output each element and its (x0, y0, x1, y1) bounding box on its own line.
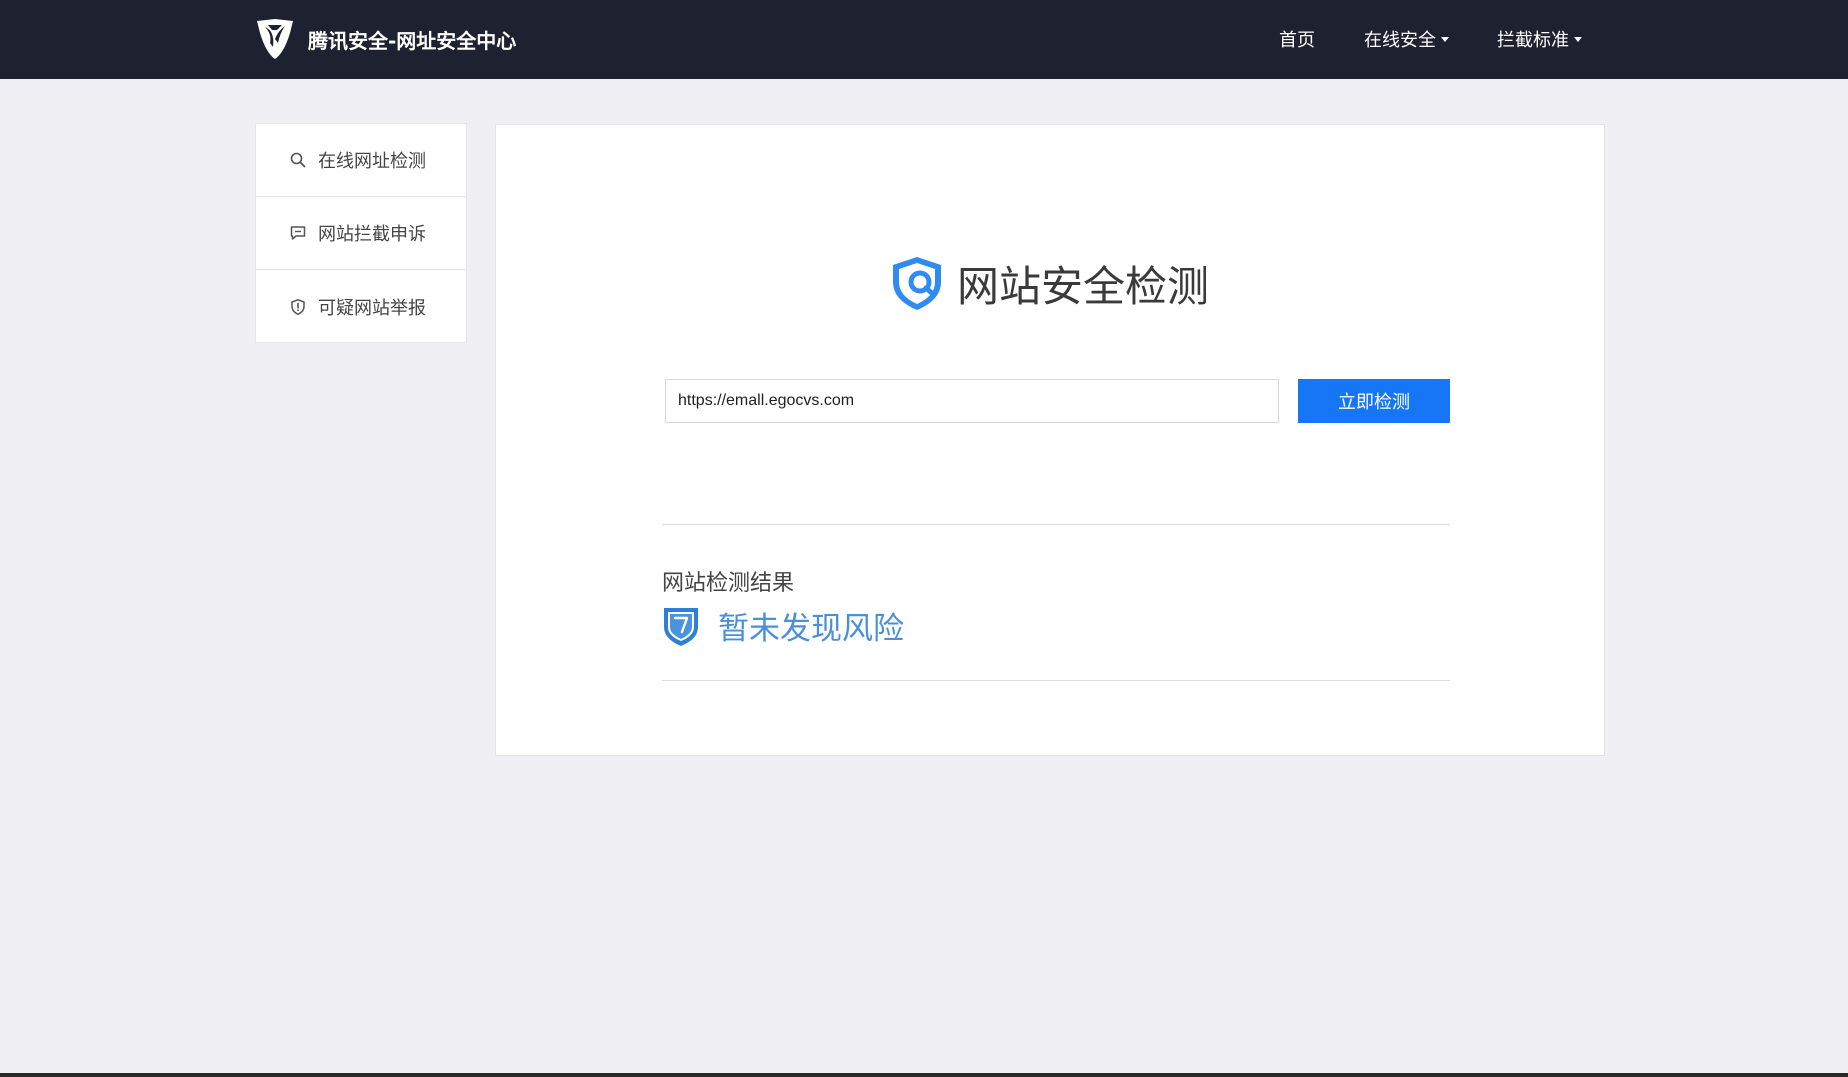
sidebar-item-url-check[interactable]: 在线网址检测 (256, 124, 466, 197)
sidebar-item-label: 可疑网站举报 (318, 297, 426, 319)
top-header: 腾讯安全-网址安全中心 首页 在线安全 拦截标准 (0, 0, 1848, 79)
window-bottom-edge (0, 1073, 1848, 1077)
search-icon (290, 152, 306, 168)
brand[interactable]: 腾讯安全-网址安全中心 (254, 17, 516, 61)
caret-down-icon (1574, 36, 1582, 42)
sidebar-menu: 在线网址检测 网站拦截申诉 可疑网站举报 (255, 123, 467, 343)
tencent-security-logo-icon (257, 19, 293, 59)
result-status-row: 暂未发现风险 (662, 603, 904, 648)
safe-shield-icon (664, 607, 698, 646)
check-now-button[interactable]: 立即检测 (1298, 379, 1450, 423)
sidebar-item-label: 网站拦截申诉 (318, 224, 426, 245)
sidebar-item-label: 在线网址检测 (318, 151, 426, 172)
page-title-text: 网站安全检测 (957, 261, 1210, 311)
main-panel: 网站安全检测 立即检测 网站检测结果 暂未发现风险 (495, 124, 1605, 756)
shield-search-icon (893, 257, 941, 310)
nav-home-label: 首页 (1279, 30, 1315, 51)
site-title: 腾讯安全-网址安全中心 (308, 28, 517, 53)
nav-home[interactable]: 首页 (1279, 26, 1315, 52)
sidebar-item-report[interactable]: 可疑网站举报 (256, 270, 466, 343)
shield-alert-icon (291, 298, 305, 315)
nav-online-security[interactable]: 在线安全 (1364, 26, 1449, 52)
sidebar-item-appeal[interactable]: 网站拦截申诉 (256, 197, 466, 270)
nav-block-standard[interactable]: 拦截标准 (1497, 26, 1582, 52)
message-icon (290, 226, 306, 240)
nav-block-standard-label: 拦截标准 (1497, 30, 1569, 51)
caret-down-icon (1441, 36, 1449, 42)
url-input[interactable] (665, 379, 1279, 423)
nav-online-security-label: 在线安全 (1364, 30, 1436, 51)
page-title: 网站安全检测 (889, 253, 1209, 313)
result-heading: 网站检测结果 (662, 571, 795, 596)
result-status-text: 暂未发现风险 (718, 611, 904, 647)
divider (662, 524, 1450, 525)
divider (662, 680, 1450, 681)
